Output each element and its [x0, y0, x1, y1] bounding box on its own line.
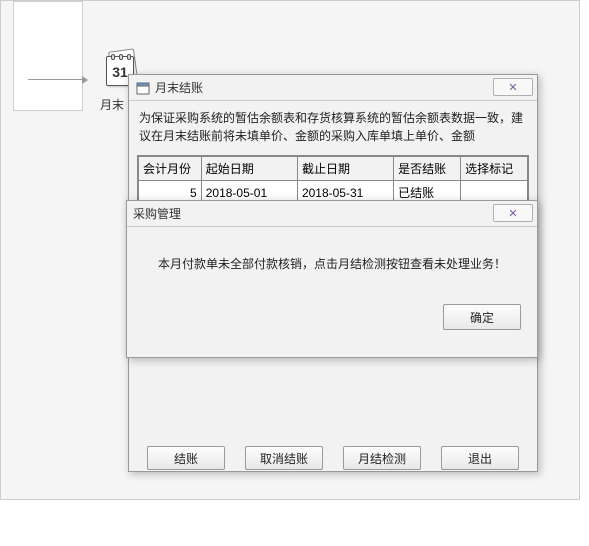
- modal-footer: 确定: [127, 304, 537, 340]
- modal-message: 本月付款单未全部付款核销，点击月结检测按钮查看未处理业务！: [127, 227, 537, 284]
- main-titlebar: 月末结账 ✕: [129, 75, 537, 101]
- icon-label: 月末: [100, 96, 124, 113]
- close-period-button[interactable]: 结账: [147, 446, 225, 470]
- modal-titlebar: 采购管理 ✕: [127, 201, 537, 227]
- col-start-date: 起始日期: [201, 157, 297, 181]
- ok-button[interactable]: 确定: [443, 304, 521, 330]
- main-close-button[interactable]: ✕: [493, 78, 533, 96]
- col-mark: 选择标记: [461, 157, 528, 181]
- col-end-date: 截止日期: [297, 157, 393, 181]
- modal-title: 采购管理: [133, 205, 181, 222]
- notice-text: 为保证采购系统的暂估余额表和存货核算系统的暂估余额表数据一致，建议在月末结账前将…: [129, 101, 537, 151]
- close-icon: ✕: [508, 81, 517, 94]
- exit-button[interactable]: 退出: [441, 446, 519, 470]
- month-check-button[interactable]: 月结检测: [343, 446, 421, 470]
- modal-close-button[interactable]: ✕: [493, 204, 533, 222]
- col-period: 会计月份: [139, 157, 202, 181]
- close-icon: ✕: [508, 207, 517, 220]
- table-header-row: 会计月份 起始日期 截止日期 是否结账 选择标记: [139, 157, 528, 181]
- main-window-title: 月末结账: [155, 79, 203, 96]
- arrow-icon: [28, 72, 88, 86]
- main-button-row: 结账 取消结账 月结检测 退出: [129, 446, 537, 470]
- cancel-close-button[interactable]: 取消结账: [245, 446, 323, 470]
- background-inner-box: [13, 1, 83, 111]
- col-status: 是否结账: [394, 157, 461, 181]
- purchase-management-dialog: 采购管理 ✕ 本月付款单未全部付款核销，点击月结检测按钮查看未处理业务！ 确定: [126, 200, 538, 358]
- window-icon: [135, 80, 151, 96]
